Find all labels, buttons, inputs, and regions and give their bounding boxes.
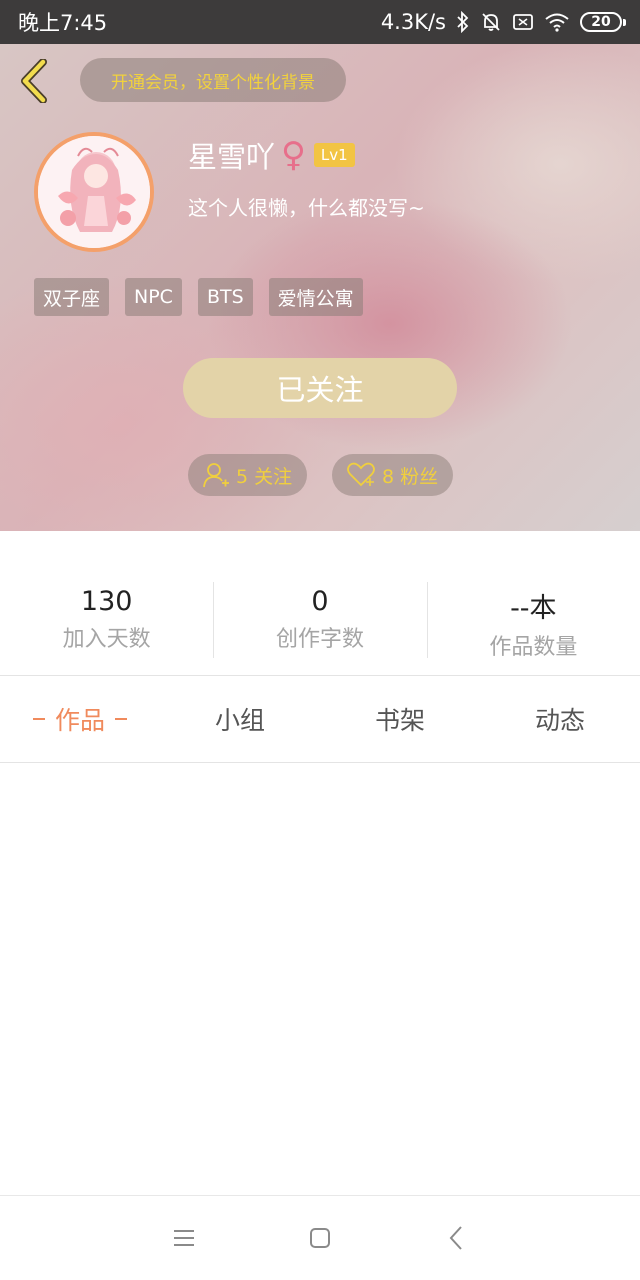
female-icon: ♀ xyxy=(281,135,306,175)
tab-label: 书架 xyxy=(374,706,425,735)
status-bar: 晚上7:45 4.3K/s 20 xyxy=(0,0,640,44)
avatar-illustration xyxy=(38,136,150,248)
stat-label: 作品数量 xyxy=(489,635,578,660)
stats-row: 130 加入天数 0 创作字数 --本 作品数量 xyxy=(0,576,640,666)
add-user-icon xyxy=(203,463,229,488)
back-button[interactable] xyxy=(12,56,56,106)
tag-item[interactable]: 双子座 xyxy=(34,278,110,316)
tab-groups[interactable]: 小组 xyxy=(160,676,320,762)
following-count: 5 关注 xyxy=(236,465,293,488)
home-button[interactable] xyxy=(302,1220,338,1256)
tab-label: 小组 xyxy=(214,706,265,735)
battery-icon: 20 xyxy=(580,12,626,32)
back-icon xyxy=(449,1226,462,1250)
chevron-left-icon xyxy=(21,59,47,103)
tab-bookshelf[interactable]: 书架 xyxy=(320,676,480,762)
name-row: 星雪吖 ♀ Lv1 xyxy=(188,134,355,176)
tag-list: 双子座 NPC BTS 爱情公寓 xyxy=(34,278,363,316)
username: 星雪吖 xyxy=(188,140,276,174)
wifi-icon xyxy=(545,13,569,32)
tab-indicator xyxy=(32,718,45,720)
stat-join-days: 130 加入天数 xyxy=(0,576,213,666)
battery-level: 20 xyxy=(591,14,611,30)
heart-icon xyxy=(347,462,375,487)
network-speed: 4.3K/s xyxy=(380,10,446,34)
profile-header: 开通会员，设置个性化背景 星雪吖 ♀ Lv1 这个人很懒，什么都没写~ 双子座 … xyxy=(0,44,640,531)
vip-banner-button[interactable]: 开通会员，设置个性化背景 xyxy=(80,58,346,102)
tag-item[interactable]: BTS xyxy=(197,278,253,316)
menu-button[interactable] xyxy=(166,1220,202,1256)
status-time: 晚上7:45 xyxy=(18,11,108,35)
mute-bell-icon xyxy=(482,13,500,31)
stat-works-count: --本 作品数量 xyxy=(426,576,640,666)
stat-value: 130 xyxy=(80,586,133,617)
system-back-button[interactable] xyxy=(438,1220,474,1256)
sim-icon xyxy=(513,14,533,30)
bio: 这个人很懒，什么都没写~ xyxy=(188,196,425,220)
tab-indicator xyxy=(115,718,127,720)
stat-value: 0 xyxy=(311,586,329,617)
tab-label: 动态 xyxy=(534,706,585,735)
tab-activity[interactable]: 动态 xyxy=(480,676,640,762)
following-button[interactable]: 5 关注 xyxy=(188,454,307,496)
stat-label: 加入天数 xyxy=(62,627,151,652)
fans-count: 8 粉丝 xyxy=(382,465,439,488)
divider xyxy=(0,762,640,763)
tag-item[interactable]: NPC xyxy=(125,278,182,316)
tab-label: 作品 xyxy=(54,706,105,735)
level-badge: Lv1 xyxy=(313,143,355,167)
bluetooth-icon xyxy=(457,11,469,33)
stat-label: 创作字数 xyxy=(275,627,364,652)
avatar[interactable] xyxy=(34,132,154,252)
profile-tabs: 作品 小组 书架 动态 xyxy=(0,676,640,762)
status-icons: 4.3K/s 20 xyxy=(380,10,626,34)
follow-button[interactable]: 已关注 xyxy=(183,358,457,418)
home-square-icon xyxy=(310,1228,330,1248)
fans-button[interactable]: 8 粉丝 xyxy=(332,454,453,496)
stat-word-count: 0 创作字数 xyxy=(213,576,426,666)
stat-value: --本 xyxy=(510,593,557,624)
menu-icon xyxy=(174,1230,194,1246)
tag-item[interactable]: 爱情公寓 xyxy=(268,278,363,316)
system-nav-bar xyxy=(0,1195,640,1280)
tab-works[interactable]: 作品 xyxy=(0,676,160,762)
